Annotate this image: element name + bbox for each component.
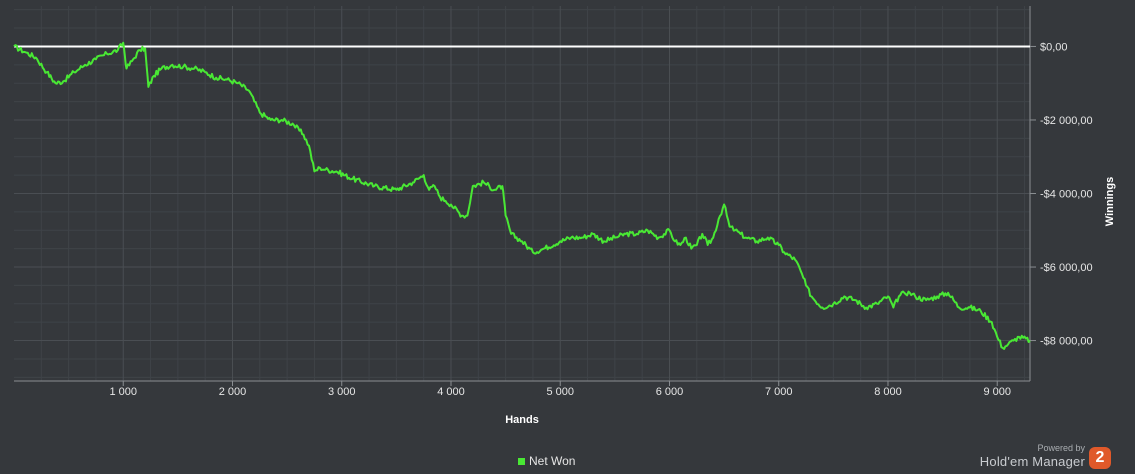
x-axis: 1 000 2 000 3 000 4 000 5 000 6 000 7 000 8 000… bbox=[14, 380, 1030, 398]
x-tick-label: 9 000 bbox=[983, 386, 1011, 398]
x-tick-label: 1 000 bbox=[109, 386, 137, 398]
y-tick-label: -$6 000,00 bbox=[1040, 262, 1093, 274]
y-tick-label: -$2 000,00 bbox=[1040, 115, 1093, 127]
y-tick-label: -$4 000,00 bbox=[1040, 189, 1093, 201]
x-tick-label: 2 000 bbox=[219, 386, 247, 398]
legend-swatch bbox=[518, 457, 525, 465]
brand-name: Hold'em Manager bbox=[979, 454, 1085, 469]
y-tick-label: $0,00 bbox=[1040, 41, 1068, 53]
x-tick-label: 7 000 bbox=[765, 386, 793, 398]
winnings-chart: 1 000 2 000 3 000 4 000 5 000 6 000 7 000 8 000… bbox=[13, 6, 1116, 426]
x-tick-label: 4 000 bbox=[437, 386, 465, 398]
x-tick-label: 3 000 bbox=[328, 386, 356, 398]
x-tick-label: 5 000 bbox=[546, 386, 574, 398]
y-axis-title: Winnings bbox=[1104, 177, 1116, 226]
brand-logo: Powered by Hold'em Manager 2 bbox=[943, 443, 1123, 471]
x-tick-label: 6 000 bbox=[656, 386, 684, 398]
x-axis-title: Hands bbox=[505, 414, 539, 426]
brand-powered-by: Powered by bbox=[1037, 443, 1085, 453]
legend-label: Net Won bbox=[529, 454, 576, 468]
x-tick-label: 8 000 bbox=[874, 386, 902, 398]
y-axis: $0,00 -$2 000,00 -$4 000,00 -$6 000,00 -$8 0… bbox=[1029, 6, 1093, 381]
brand-badge-icon: 2 bbox=[1089, 447, 1111, 469]
y-tick-label: -$8 000,00 bbox=[1040, 336, 1093, 348]
legend[interactable]: Net Won bbox=[518, 454, 575, 468]
